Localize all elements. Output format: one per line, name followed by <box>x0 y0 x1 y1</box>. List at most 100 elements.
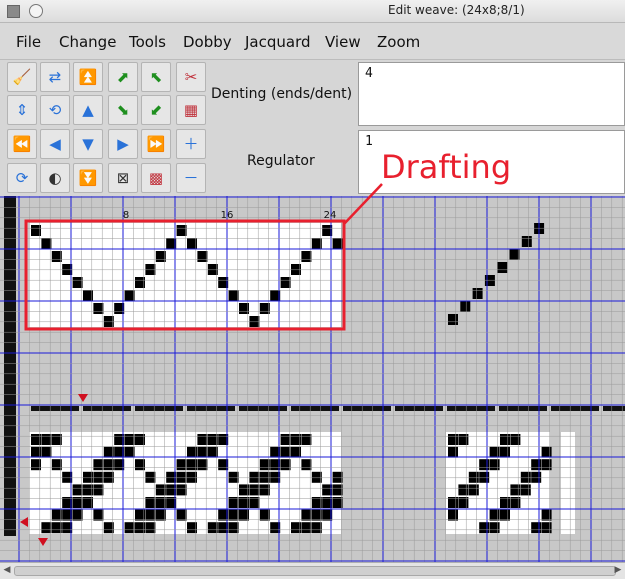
drawdown-cell <box>259 459 270 471</box>
window-menu-icon[interactable] <box>7 5 20 18</box>
drawdown-cell <box>176 459 187 471</box>
drawdown-cell <box>489 446 500 458</box>
drawdown-cell <box>187 446 197 458</box>
drawdown-cell <box>93 509 104 521</box>
shift-right-fast-icon[interactable]: ⏩ <box>141 129 171 159</box>
menu-zoom[interactable]: Zoom <box>377 33 420 51</box>
menu-change[interactable]: Change <box>59 33 116 51</box>
swap-arrows-icon[interactable]: ⇄ <box>40 62 70 92</box>
zoom-out-minus-icon[interactable]: － <box>176 163 206 193</box>
weave-grid[interactable]: 8 16 24 <box>0 196 625 562</box>
fabric-view-icon[interactable]: ▩ <box>141 163 171 193</box>
grid-pattern-icon[interactable]: ▦ <box>176 95 206 125</box>
weave-canvas[interactable]: 8 16 24 <box>0 196 625 562</box>
scroll-thumb[interactable] <box>14 566 616 576</box>
refresh-icon[interactable]: ⟳ <box>7 163 37 193</box>
drawdown-cell <box>520 471 531 483</box>
drawdown-cell <box>72 509 83 521</box>
tieup-dash <box>603 406 625 411</box>
clean-broom-icon[interactable]: 🧹 <box>7 62 37 92</box>
drawdown-cell <box>520 484 531 496</box>
drawdown-cell <box>531 471 542 483</box>
drawdown-cell <box>280 459 291 471</box>
tieup-dash <box>551 406 599 411</box>
drawdown-cell <box>500 446 510 458</box>
drawdown-cell <box>239 484 249 496</box>
zoom-in-plus-icon[interactable]: ＋ <box>176 129 206 159</box>
drawdown-cell <box>541 446 552 458</box>
drawdown-cell <box>155 484 166 496</box>
diagonal-down-right-icon[interactable]: ⬊ <box>108 95 138 125</box>
shift-right-icon[interactable]: ▶ <box>108 129 138 159</box>
drawdown-cell <box>489 522 500 534</box>
tieup-dash <box>135 406 183 411</box>
clear-grid-icon[interactable]: ⊠ <box>108 163 138 193</box>
threading-mark <box>83 290 93 301</box>
scroll-left-icon[interactable]: ◀ <box>1 564 13 577</box>
drawdown-cell <box>103 522 114 534</box>
drawdown-cell <box>259 484 270 496</box>
shift-left-fast-icon[interactable]: ⏪ <box>7 129 37 159</box>
drawdown-cell <box>259 471 270 483</box>
drawdown-cell <box>176 509 187 521</box>
drawdown-cell <box>291 446 301 458</box>
invert-circle-icon[interactable]: ◐ <box>40 163 70 193</box>
drawdown-cell <box>207 522 218 534</box>
threading-mark <box>311 238 322 249</box>
diagonal-up-icon[interactable]: ⬈ <box>108 62 138 92</box>
menu-view[interactable]: View <box>325 33 361 51</box>
denting-field[interactable]: 4 <box>358 62 625 126</box>
drawdown-cell <box>135 522 145 534</box>
tieup-dash <box>395 406 443 411</box>
shift-up-fast-icon[interactable]: ⏫ <box>73 62 103 92</box>
menu-jacquard[interactable]: Jacquard <box>245 33 311 51</box>
row-marker-icon[interactable] <box>20 517 28 527</box>
shift-down-icon[interactable]: ▼ <box>73 129 103 159</box>
diagonal-up-right-icon[interactable]: ⬋ <box>141 95 171 125</box>
title-bar: Edit weave: (24x8;8/1) <box>0 0 625 23</box>
tieup-dash <box>343 406 391 411</box>
denting-label: Denting (ends/dent) <box>211 86 353 102</box>
shift-up-icon[interactable]: ▲ <box>73 95 103 125</box>
threading-mark <box>197 251 208 262</box>
threading-mark <box>145 264 156 275</box>
window-minimize-icon[interactable] <box>29 4 43 18</box>
menu-file[interactable]: File <box>16 33 41 51</box>
warp-marker-icon[interactable] <box>78 394 88 402</box>
drawdown-cell <box>51 522 62 534</box>
drawdown-cell <box>448 434 458 445</box>
scissors-grid-icon[interactable]: ✂ <box>176 62 206 92</box>
shift-left-icon[interactable]: ◀ <box>40 129 70 159</box>
pick-marker-icon[interactable] <box>38 538 48 546</box>
drawdown-cell <box>83 471 93 483</box>
drawdown-cell <box>41 522 52 534</box>
drawdown-cell <box>176 471 187 483</box>
threading-mark <box>521 236 532 247</box>
threading-mark <box>31 225 41 236</box>
column-label: 16 <box>221 210 234 221</box>
menu-tools[interactable]: Tools <box>129 33 166 51</box>
drawdown-edge <box>561 432 575 534</box>
drawdown-cell <box>479 522 490 534</box>
threading-mark <box>472 288 483 299</box>
drawdown-cell <box>531 522 542 534</box>
drawdown-cell <box>197 459 208 471</box>
drawdown-cell <box>51 459 62 471</box>
threading-mark <box>207 264 218 275</box>
drawdown-cell <box>280 434 291 445</box>
tieup-dash <box>83 406 131 411</box>
drawdown-cell <box>31 459 41 471</box>
drawdown-cell <box>249 484 260 496</box>
drawdown-cell <box>41 434 52 445</box>
threading-mark <box>176 225 187 236</box>
drawdown-cell <box>145 509 156 521</box>
flip-vertical-icon[interactable]: ⇕ <box>7 95 37 125</box>
horizontal-scrollbar[interactable]: ◀ ▶ <box>0 562 625 579</box>
scroll-right-icon[interactable]: ▶ <box>612 564 624 577</box>
shift-down-fast-icon[interactable]: ⏬ <box>73 163 103 193</box>
drawdown-cell <box>145 522 156 534</box>
drawdown-cell <box>176 484 187 496</box>
menu-dobby[interactable]: Dobby <box>183 33 232 51</box>
rotate-icon[interactable]: ⟲ <box>40 95 70 125</box>
diagonal-down-icon[interactable]: ⬉ <box>141 62 171 92</box>
